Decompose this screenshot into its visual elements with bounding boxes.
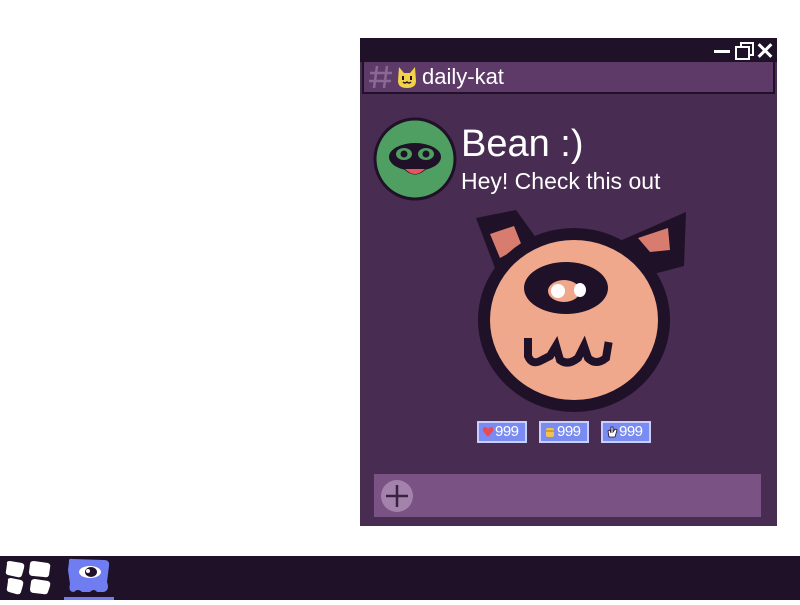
hand-icon	[607, 426, 618, 438]
reaction-count: 999	[557, 423, 581, 440]
taskbar	[0, 556, 800, 600]
chat-window: daily-kat Bean :) Hey! Check this out 99…	[360, 38, 777, 526]
channel-name: daily-kat	[422, 64, 504, 89]
cat-image-attachment[interactable]	[468, 206, 692, 416]
message-composer	[374, 474, 761, 517]
title-bar[interactable]	[360, 38, 777, 62]
reaction-heart[interactable]: 999	[477, 421, 527, 443]
cat-emoji-icon	[398, 67, 416, 88]
message-text: Hey! Check this out	[461, 168, 661, 194]
heart-icon	[482, 427, 494, 437]
minimize-button[interactable]	[712, 41, 732, 59]
maximize-button[interactable]	[734, 41, 754, 60]
add-attachment-button[interactable]	[380, 479, 414, 513]
channel-header: daily-kat	[362, 62, 775, 94]
app-blob-icon	[68, 558, 110, 592]
taskbar-app-button[interactable]	[64, 556, 114, 600]
hash-icon	[369, 65, 392, 89]
user-avatar[interactable]	[373, 117, 457, 201]
fist-icon	[546, 428, 554, 437]
message-author: Bean :)	[461, 123, 584, 165]
reaction-fist[interactable]: 999	[539, 421, 589, 443]
close-button[interactable]	[756, 41, 774, 59]
reaction-hand[interactable]: 999	[601, 421, 651, 443]
reaction-count: 999	[495, 423, 519, 440]
start-menu-icon[interactable]	[4, 560, 52, 596]
reaction-count: 999	[619, 423, 643, 440]
message-input[interactable]	[420, 480, 754, 512]
